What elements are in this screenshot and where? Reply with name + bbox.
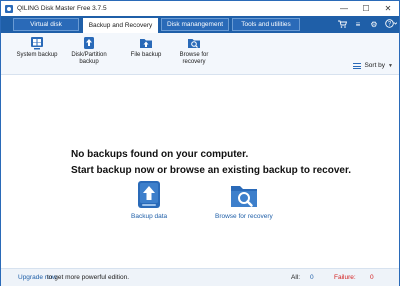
tab-bar: Virtual disk Backup and Recovery Disk ma… [1, 16, 399, 33]
window-controls: — ☐ ✕ [333, 1, 399, 16]
browse-for-recovery-label-line1: Browse for [179, 52, 209, 58]
app-window: QILING Disk Master Free 3.7.5 — ☐ ✕ Virt… [0, 0, 400, 286]
disk-partition-backup-label-line1: Disk/Partition [71, 52, 107, 58]
list-sort-icon [353, 62, 362, 69]
backup-data-icon [138, 181, 161, 208]
sort-by-label: Sort by [364, 62, 386, 69]
all-count-label: All: [291, 274, 301, 281]
title-bar: QILING Disk Master Free 3.7.5 — ☐ ✕ [1, 1, 399, 16]
browse-for-recovery-label-line2: recovery [182, 59, 206, 65]
browse-recovery-icon [230, 186, 257, 207]
app-logo-icon [5, 4, 13, 13]
upgrade-text: to get more powerful edition. [47, 274, 130, 281]
file-backup-label: File backup [130, 52, 162, 58]
settings-icon[interactable]: ⚙ [369, 20, 379, 29]
failure-count-label: Failure: [334, 274, 356, 281]
main-content: No backups found on your computer. Start… [1, 76, 399, 268]
tab-disk-management[interactable]: Disk manangement [161, 18, 229, 31]
window-title: QILING Disk Master Free 3.7.5 [17, 5, 107, 12]
sort-by-dropdown[interactable]: Sort by ▼ [353, 62, 393, 69]
system-backup-label: System backup [16, 52, 58, 58]
disk-backup-icon [84, 37, 94, 49]
toolbar: System backup Disk/Partition backup File… [1, 33, 399, 75]
menu-icon[interactable]: ≡ [353, 20, 363, 29]
tab-tools-and-utilities[interactable]: Tools and utilities [232, 18, 300, 31]
all-count-value: 0 [310, 274, 314, 281]
close-button[interactable]: ✕ [377, 1, 399, 16]
disk-partition-backup-button[interactable]: Disk/Partition backup [61, 36, 117, 66]
folder-backup-icon [140, 39, 152, 48]
system-backup-button[interactable]: System backup [9, 36, 65, 59]
tab-virtual-disk[interactable]: Virtual disk [13, 18, 79, 31]
backup-data-label: Backup data [131, 213, 168, 220]
search-folder-icon [188, 39, 200, 48]
browse-for-recovery-main-label: Browse for recovery [215, 213, 273, 220]
cart-icon[interactable] [337, 20, 347, 30]
tab-bar-icons: ≡ ⚙ ? [337, 17, 398, 32]
chevron-down-icon: ▼ [388, 62, 393, 69]
disk-partition-backup-label-line2: backup [79, 59, 99, 65]
minimize-button[interactable]: — [333, 1, 355, 16]
help-icon[interactable]: ? [385, 19, 398, 30]
maximize-button[interactable]: ☐ [355, 1, 377, 16]
browse-for-recovery-main-button[interactable]: Browse for recovery [215, 180, 273, 220]
backup-data-button[interactable]: Backup data [131, 180, 167, 220]
empty-message-title: No backups found on your computer. [71, 149, 249, 160]
empty-message-subtitle: Start backup now or browse an existing b… [71, 165, 352, 176]
browse-for-recovery-button[interactable]: Browse for recovery [166, 36, 222, 66]
status-bar: Upgrade now to get more powerful edition… [1, 268, 399, 286]
windows-icon [31, 37, 43, 50]
failure-count-value: 0 [370, 274, 374, 281]
tab-backup-and-recovery[interactable]: Backup and Recovery [83, 18, 158, 33]
